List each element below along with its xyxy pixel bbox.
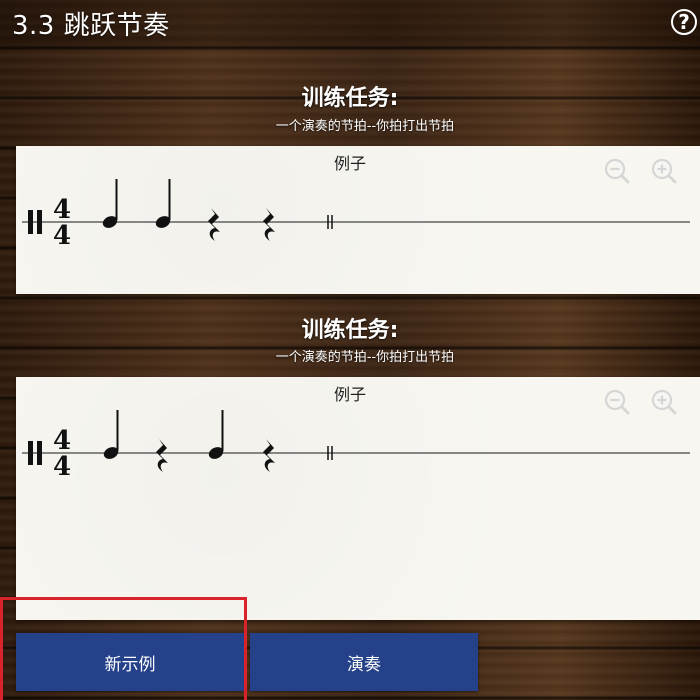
quarter-rest: [208, 208, 220, 241]
quarter-rest: [156, 439, 168, 472]
quarter-note: [208, 410, 224, 459]
rhythm-staff-2: 4 4: [22, 410, 690, 482]
help-icon[interactable]: ?: [671, 9, 697, 35]
quarter-note: [103, 410, 119, 459]
quarter-rest: [263, 208, 275, 241]
example-panel-2: 例子 4 4: [16, 377, 700, 620]
quarter-note: [155, 179, 171, 228]
rhythm-staff-1: 4 4: [22, 179, 690, 251]
app-header: 3.3 跳跃节奏 ?: [0, 0, 700, 48]
example-panel-1: 例子 4 4: [16, 146, 700, 294]
task-title-2: 训练任务:: [301, 318, 399, 343]
task-description-2: 一个演奏的节拍--你拍打出节拍: [275, 350, 455, 365]
time-signature-bottom: 4: [53, 452, 71, 482]
task-title-1: 训练任务:: [301, 86, 399, 111]
page-title: 3.3 跳跃节奏: [12, 11, 170, 41]
task-description-1: 一个演奏的节拍--你拍打出节拍: [275, 119, 455, 134]
time-signature-bottom: 4: [53, 221, 71, 251]
new-example-button[interactable]: 新示例: [16, 633, 244, 691]
quarter-rest: [263, 439, 275, 472]
play-button[interactable]: 演奏: [250, 633, 478, 691]
quarter-note: [102, 179, 118, 228]
